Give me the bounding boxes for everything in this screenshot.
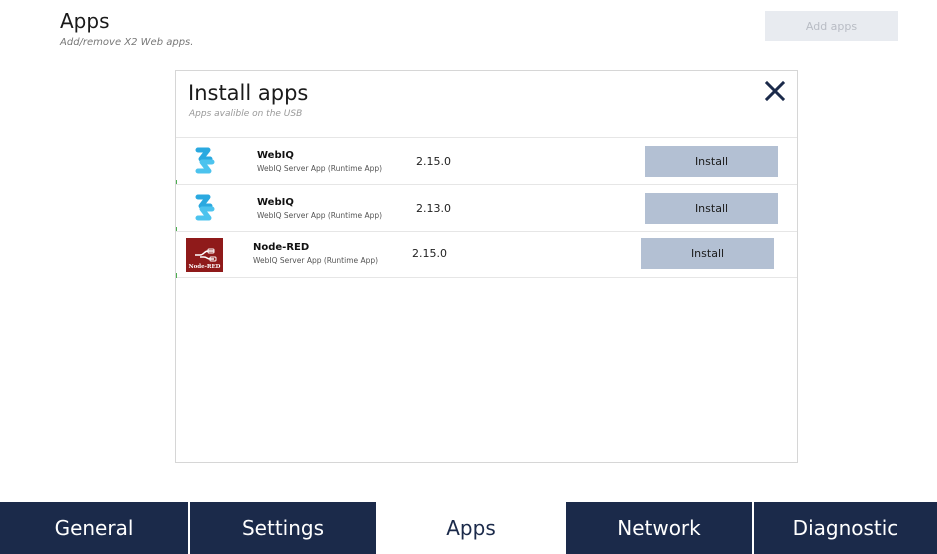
tab-diagnostic[interactable]: Diagnostic xyxy=(754,502,937,554)
list-item: WebIQ WebIQ Server App (Runtime App) 2.1… xyxy=(176,184,797,232)
app-list: WebIQ WebIQ Server App (Runtime App) 2.1… xyxy=(176,137,797,278)
install-button[interactable]: Install xyxy=(645,146,778,177)
page-subtitle: Add/remove X2 Web apps. xyxy=(60,37,194,48)
tab-settings[interactable]: Settings xyxy=(190,502,378,554)
app-description: WebIQ Server App (Runtime App) xyxy=(253,256,379,265)
dialog-title: Install apps xyxy=(188,81,309,105)
app-version: 2.13.0 xyxy=(416,202,451,215)
install-apps-dialog: Install apps Apps avalible on the USB We… xyxy=(175,70,798,463)
tab-network[interactable]: Network xyxy=(566,502,754,554)
webiq-logo-icon xyxy=(188,146,222,176)
app-name: Node-RED xyxy=(253,242,310,253)
node-red-logo-icon: Node-RED xyxy=(186,238,223,272)
dialog-subtitle: Apps avalible on the USB xyxy=(189,109,303,119)
close-icon[interactable] xyxy=(763,79,787,103)
tab-general[interactable]: General xyxy=(0,502,190,554)
install-button[interactable]: Install xyxy=(645,193,778,224)
row-indicator xyxy=(176,273,177,278)
app-version: 2.15.0 xyxy=(412,247,447,260)
list-item: Node-RED Node-RED WebIQ Server App (Runt… xyxy=(176,231,797,278)
tab-apps[interactable]: Apps xyxy=(378,502,566,554)
node-red-logo-text: Node-RED xyxy=(188,264,221,270)
app-description: WebIQ Server App (Runtime App) xyxy=(257,164,383,173)
app-name: WebIQ xyxy=(257,150,294,161)
app-version: 2.15.0 xyxy=(416,155,451,168)
bottom-nav: General Settings Apps Network Diagnostic xyxy=(0,502,937,554)
app-name: WebIQ xyxy=(257,197,294,208)
app-description: WebIQ Server App (Runtime App) xyxy=(257,211,383,220)
list-item: WebIQ WebIQ Server App (Runtime App) 2.1… xyxy=(176,137,797,185)
install-button[interactable]: Install xyxy=(641,238,774,269)
page-title: Apps xyxy=(60,9,110,33)
add-apps-button[interactable]: Add apps xyxy=(765,11,898,41)
webiq-logo-icon xyxy=(188,193,222,223)
